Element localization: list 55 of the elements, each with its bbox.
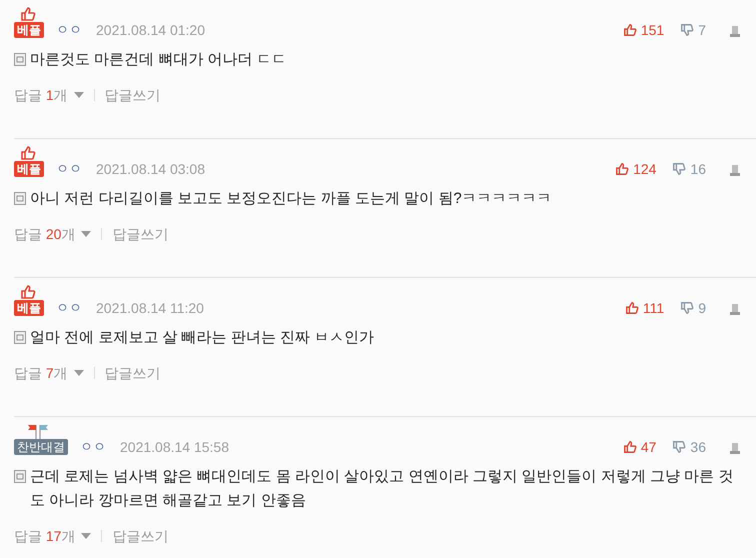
like-button[interactable]: 47 (622, 439, 656, 455)
comment-date: 2021.08.14 11:20 (96, 300, 204, 316)
report-icon[interactable] (728, 163, 742, 177)
report-icon[interactable] (728, 24, 742, 38)
thumbs-up-icon (615, 162, 630, 176)
username[interactable]: ㅇㅇ (56, 161, 82, 177)
dislike-button[interactable]: 36 (672, 439, 706, 455)
memo-icon (14, 192, 26, 205)
best-badge: 베플 (14, 300, 44, 316)
thumbs-down-icon (680, 301, 694, 315)
replies-toggle[interactable]: 답글 20개 (14, 225, 92, 243)
thumbs-up-icon (20, 284, 36, 300)
thumbs-down-icon (672, 440, 686, 454)
best-badge: 베플 (14, 161, 44, 177)
best-badge: 베플 (14, 22, 44, 38)
like-button[interactable]: 151 (622, 22, 664, 38)
like-button[interactable]: 124 (615, 161, 656, 177)
caret-icon (74, 370, 84, 376)
replies-toggle[interactable]: 답글 17개 (14, 527, 92, 545)
comment-date: 2021.08.14 01:20 (96, 22, 205, 38)
memo-icon (14, 470, 26, 483)
thumbs-up-icon (20, 145, 36, 161)
dislike-button[interactable]: 16 (672, 161, 706, 177)
comment-text: 근데 로제는 넘사벽 얇은 뼈대인데도 몸 라인이 살아있고 연옌이라 그렇지 일반인들이 저렇게 그냥 마른 것도 아니라 깡마르면 해골같고 보기 안좋음 (30, 467, 734, 511)
comment-text: 아니 저런 다리길이를 보고도 보정오진다는 까플 도는게 말이 됨?ㅋㅋㅋㅋㅋㅋ (30, 189, 552, 209)
username[interactable]: ㅇㅇ (56, 22, 82, 38)
report-icon[interactable] (728, 441, 742, 455)
dislike-button[interactable]: 7 (680, 22, 706, 38)
caret-icon (81, 231, 92, 237)
report-icon[interactable] (728, 302, 742, 316)
debate-badge: 찬반대결 (14, 439, 68, 455)
caret-icon (81, 533, 92, 539)
comment-date: 2021.08.14 03:08 (96, 161, 205, 177)
write-reply-link[interactable]: 답글쓰기 (104, 364, 161, 382)
dislike-button[interactable]: 9 (680, 300, 706, 316)
thumbs-down-icon (680, 23, 694, 37)
caret-icon (74, 92, 84, 98)
thumbs-up-icon (624, 301, 639, 315)
thumbs-down-icon (672, 162, 686, 176)
thumbs-up-icon (622, 440, 637, 454)
comment-text: 마른것도 마른건데 뼈대가 어나더 ㄷㄷ (30, 50, 287, 70)
thumbs-up-icon (622, 23, 637, 37)
replies-toggle[interactable]: 답글 1개 (14, 86, 84, 104)
write-reply-link[interactable]: 답글쓰기 (112, 527, 168, 545)
write-reply-link[interactable]: 답글쓰기 (112, 225, 168, 243)
like-button[interactable]: 111 (624, 300, 664, 316)
username[interactable]: ㅇㅇ (80, 439, 106, 455)
comment-text: 얼마 전에 로제보고 살 빼라는 판녀는 진짜 ㅂㅅ인가 (30, 328, 374, 348)
memo-icon (14, 53, 26, 66)
comment-date: 2021.08.14 15:58 (120, 439, 229, 455)
username[interactable]: ㅇㅇ (56, 300, 82, 316)
write-reply-link[interactable]: 답글쓰기 (104, 86, 161, 104)
replies-toggle[interactable]: 답글 7개 (14, 364, 84, 382)
thumbs-up-icon (20, 6, 36, 22)
memo-icon (14, 331, 26, 344)
